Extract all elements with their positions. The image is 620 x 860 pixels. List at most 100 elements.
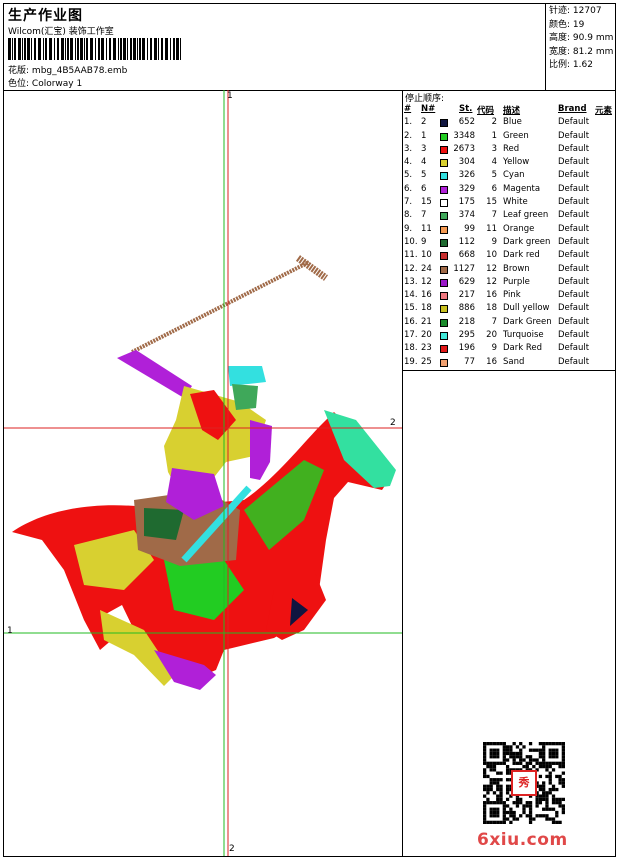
color-row: 15. 18 886 18 Dull yellow Default bbox=[403, 303, 615, 316]
qr-module bbox=[486, 774, 490, 779]
qr-module bbox=[528, 810, 533, 815]
qr-module bbox=[555, 751, 559, 756]
qr-module bbox=[515, 801, 520, 805]
qr-module bbox=[505, 787, 510, 792]
color-row: 5. 5 326 5 Cyan Default bbox=[403, 170, 615, 183]
needle-number: 4 bbox=[421, 157, 427, 168]
qr-module bbox=[519, 758, 523, 762]
color-swatch bbox=[440, 318, 448, 327]
qr-module bbox=[502, 817, 506, 821]
barcode-bar bbox=[170, 38, 171, 60]
qr-module bbox=[505, 768, 510, 772]
barcode-bar bbox=[14, 38, 16, 60]
barcode-bar bbox=[43, 38, 44, 60]
row-index: 19. bbox=[404, 356, 418, 367]
header: 生产作业图 Wilcom(汇宝) 装饰工作室 花版: mbg_4B5AAB78.… bbox=[4, 4, 615, 91]
qr-module bbox=[505, 804, 510, 808]
qr-module bbox=[538, 748, 543, 752]
qr-module bbox=[499, 791, 503, 795]
rider-other-arm bbox=[250, 420, 272, 480]
stop-sequence-title: 停止顺序: bbox=[405, 94, 445, 104]
needle-number: 16 bbox=[421, 290, 432, 301]
qr-module bbox=[515, 797, 520, 802]
qr-module bbox=[558, 804, 562, 808]
qr-module bbox=[519, 761, 523, 765]
qr-module bbox=[558, 781, 562, 785]
rider-arm bbox=[117, 350, 192, 398]
qr-module bbox=[555, 761, 559, 765]
qr-module bbox=[486, 742, 490, 746]
qr-module bbox=[551, 748, 556, 752]
qr-module bbox=[512, 814, 516, 818]
qr-module bbox=[548, 771, 552, 775]
qr-module bbox=[515, 751, 520, 756]
qr-module bbox=[496, 810, 500, 815]
barcode-bar bbox=[101, 38, 104, 60]
color-code: 4 bbox=[491, 157, 497, 168]
color-swatch bbox=[440, 278, 448, 287]
qr-module bbox=[542, 814, 546, 818]
qr-module bbox=[483, 758, 487, 762]
color-row: 2. 1 3348 1 Green Default bbox=[403, 131, 615, 144]
barcode-bar bbox=[80, 38, 83, 60]
qr-module bbox=[486, 787, 490, 792]
thread-brand: Default bbox=[558, 250, 590, 261]
qr-module bbox=[528, 817, 533, 821]
thread-brand: Default bbox=[558, 143, 590, 154]
barcode-bar bbox=[34, 38, 36, 60]
qr-module bbox=[551, 742, 556, 746]
qr-module bbox=[561, 764, 565, 769]
qr-module bbox=[548, 764, 552, 769]
qr-module bbox=[551, 751, 556, 756]
color-description: Green bbox=[503, 130, 529, 141]
qr-module bbox=[483, 801, 487, 805]
thread-brand: Default bbox=[558, 316, 590, 327]
qr-module bbox=[525, 764, 529, 769]
qr-module bbox=[551, 755, 556, 759]
qr-module bbox=[561, 778, 565, 782]
thread-brand: Default bbox=[558, 170, 590, 181]
stitch-count: 668 bbox=[458, 250, 475, 261]
qr-module bbox=[499, 778, 503, 782]
qr-module bbox=[538, 787, 543, 792]
stat-scale: 比例: 1.62 bbox=[549, 60, 593, 70]
needle-number: 20 bbox=[421, 330, 432, 341]
design-stats: 针迹: 12707 颜色: 19 高度: 90.9 mm 宽度: 81.2 mm… bbox=[549, 5, 613, 73]
qr-module bbox=[496, 787, 500, 792]
row-index: 16. bbox=[404, 316, 418, 327]
qr-module bbox=[558, 742, 562, 746]
qr-module bbox=[551, 797, 556, 802]
qr-module bbox=[525, 804, 529, 808]
qr-module bbox=[499, 771, 503, 775]
qr-module bbox=[483, 810, 487, 815]
row-index: 17. bbox=[404, 330, 418, 341]
thread-brand: Default bbox=[558, 223, 590, 234]
thread-brand: Default bbox=[558, 130, 590, 141]
qr-module bbox=[496, 797, 500, 802]
qr-module bbox=[489, 820, 493, 824]
rider-face bbox=[232, 384, 258, 410]
qr-module bbox=[483, 768, 487, 772]
row-index: 11. bbox=[404, 250, 418, 261]
qr-module bbox=[489, 801, 493, 805]
row-index: 8. bbox=[404, 210, 413, 221]
qr-module bbox=[486, 791, 490, 795]
color-row: 16. 21 218 7 Dark Green Default bbox=[403, 317, 615, 330]
qr-module bbox=[522, 764, 526, 769]
qr-module bbox=[489, 761, 493, 765]
row-index: 14. bbox=[404, 290, 418, 301]
color-swatch bbox=[440, 199, 448, 208]
qr-module bbox=[496, 820, 500, 824]
qr-module bbox=[561, 745, 565, 749]
barcode-bar bbox=[147, 38, 148, 60]
barcode-bar bbox=[123, 38, 126, 60]
thread-brand: Default bbox=[558, 210, 590, 221]
barcode-bar bbox=[120, 38, 122, 60]
needle-number: 15 bbox=[421, 197, 432, 208]
qr-module bbox=[548, 807, 552, 811]
qr-module bbox=[499, 820, 503, 824]
color-description: Dark green bbox=[503, 236, 551, 247]
qr-module bbox=[558, 761, 562, 765]
thread-brand: Default bbox=[558, 183, 590, 194]
qr-module bbox=[496, 807, 500, 811]
